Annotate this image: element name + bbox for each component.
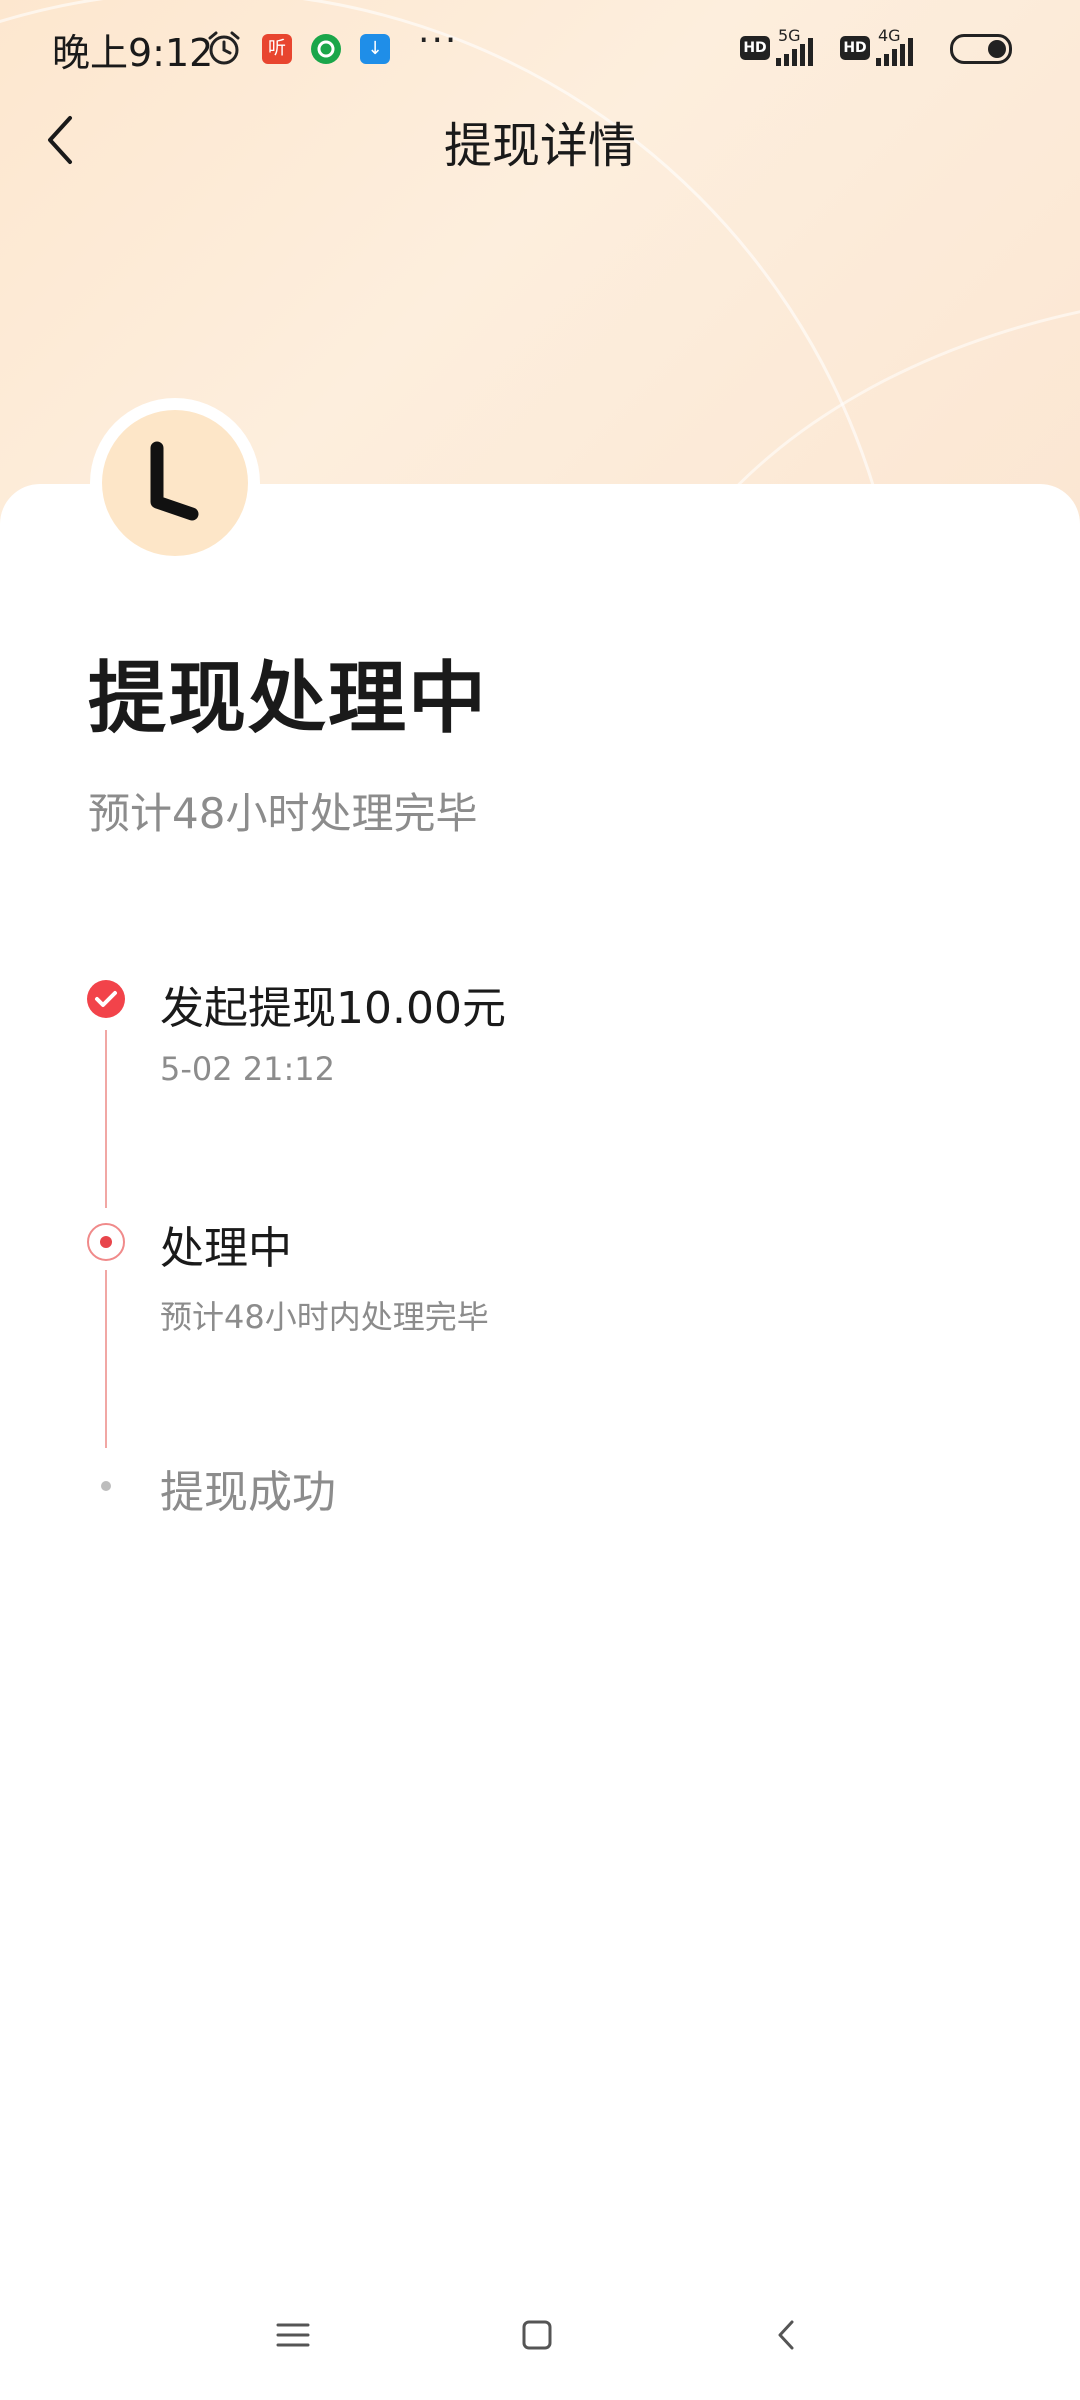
screen: 晚上9:12 听 ↓ ··· HD 5G HD 4G 提现详情 提现处理中 预计… — [0, 0, 1080, 2400]
alarm-icon — [208, 31, 240, 65]
finance-app-icon — [311, 34, 341, 64]
back-icon[interactable] — [762, 2310, 812, 2360]
clock-icon — [150, 441, 199, 521]
timeline-step-title: 提现成功 — [160, 1467, 336, 1518]
hd-badge: HD — [840, 36, 870, 60]
download-icon: ↓ — [360, 34, 390, 64]
menu-icon[interactable] — [268, 2310, 318, 2360]
status-subtitle: 预计48小时处理完毕 — [88, 789, 478, 838]
pending-step-icon — [101, 1481, 111, 1491]
system-nav-bar — [0, 2300, 1080, 2370]
timeline-connector — [105, 1270, 107, 1448]
signal-bars-icon — [876, 38, 916, 66]
listen-app-icon: 听 — [262, 34, 292, 64]
status-badge — [90, 398, 260, 568]
status-time: 晚上9:12 — [52, 31, 214, 75]
home-icon[interactable] — [512, 2310, 562, 2360]
timeline-step-time: 5-02 21:12 — [160, 1050, 336, 1088]
status-badge-inner — [102, 410, 248, 556]
timeline-connector — [105, 1030, 107, 1208]
checkmark-icon — [87, 980, 125, 1018]
timeline-step-title: 处理中 — [160, 1223, 292, 1274]
status-right-icons: HD 5G HD 4G — [680, 26, 1080, 76]
timeline-step-title: 发起提现10.00元 — [160, 983, 506, 1034]
signal-bars-icon — [776, 38, 816, 66]
detail-card — [0, 484, 1080, 2400]
page-title: 提现详情 — [443, 118, 636, 174]
more-notifications-icon: ··· — [418, 20, 459, 61]
timeline-step-time: 预计48小时内处理完毕 — [160, 1298, 489, 1336]
status-bar: 晚上9:12 听 ↓ ··· HD 5G HD 4G — [0, 0, 1080, 96]
battery-icon — [950, 34, 1012, 64]
hd-badge: HD — [740, 36, 770, 60]
status-title: 提现处理中 — [88, 654, 489, 744]
current-step-icon — [87, 1223, 125, 1261]
